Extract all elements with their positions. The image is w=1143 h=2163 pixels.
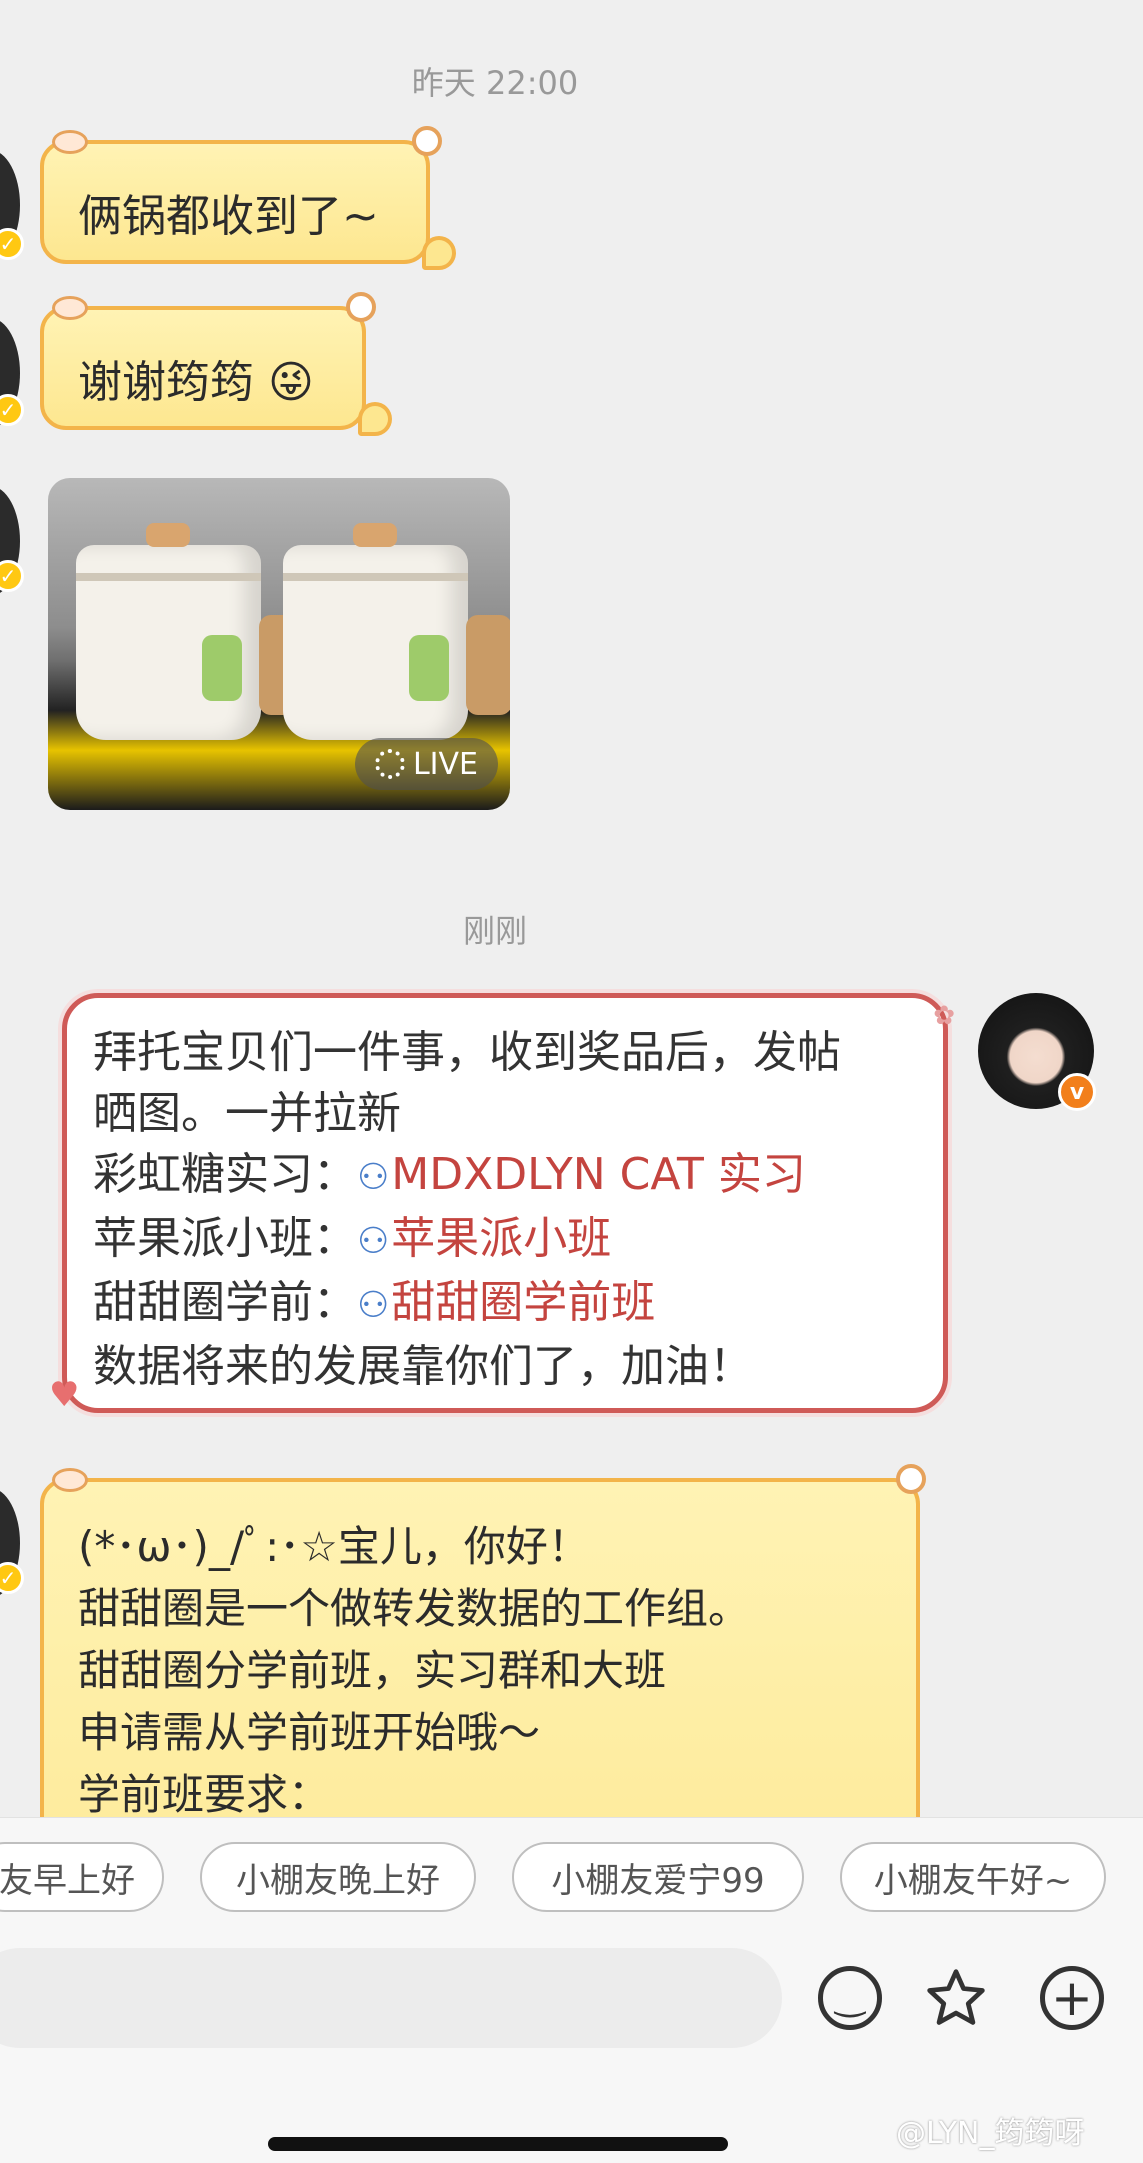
bubble-tail (422, 236, 456, 270)
message-text: 谢谢筠筠 (78, 357, 254, 408)
verified-badge-icon: v (1058, 1073, 1096, 1111)
group-link-donut[interactable]: 甜甜圈学前班 (391, 1277, 655, 1328)
heart-decoration-icon (896, 1464, 926, 1494)
group-chat-icon: ⚇ (357, 1221, 390, 1262)
watermark: @LYN_筠筠呀 (896, 2116, 1085, 2151)
bow-decoration-icon (52, 130, 88, 154)
group-label: 苹果派小班： (93, 1213, 357, 1264)
quick-reply-chip[interactable]: 小棚友午好~ (840, 1842, 1106, 1912)
bow-decoration-icon (52, 1468, 88, 1492)
smiley-icon[interactable]: ‿ (818, 1966, 882, 2030)
message-line: 申请需从学前班开始哦～ (78, 1708, 541, 1757)
group-chat-icon: ⚇ (357, 1285, 390, 1326)
bow-decoration-icon (52, 296, 88, 320)
live-icon (374, 749, 405, 779)
message-line: 拜托宝贝们一件事，收到奖品后，发帖 (93, 1027, 841, 1078)
message-line: 数据将来的发展靠你们了，加油！ (93, 1341, 753, 1392)
star-icon-shape (927, 1969, 985, 2025)
verified-badge-icon: ✓ (0, 228, 24, 260)
verified-badge-icon: ✓ (0, 1562, 24, 1594)
message-line: 甜甜圈是一个做转发数据的工作组。 (78, 1584, 751, 1633)
flower-decoration-icon: ✿ (933, 1001, 955, 1031)
message-bubble[interactable]: 俩锅都收到了~ (40, 126, 456, 270)
cooking-pot-image (76, 523, 305, 740)
message-line: 苹果派小班：⚇苹果派小班 (93, 1208, 943, 1272)
timestamp-just-now: 刚刚 (462, 912, 527, 950)
message-line: (*･ω･)_/ﾟ:･☆宝儿，你好！ (78, 1522, 590, 1571)
star-icon[interactable] (924, 1966, 988, 2030)
message-line: 彩虹糖实习：⚇MDXDLYN CAT 实习 (93, 1144, 943, 1208)
quick-reply-bar: 友早上好 小棚友晚上好 小棚友爱宁99 小棚友午好~ (0, 1842, 1143, 1916)
message-line: 甜甜圈分学前班，实习群和大班 (78, 1646, 667, 1695)
own-avatar[interactable]: v (978, 993, 1096, 1111)
heart-decoration-icon: ♥ (49, 1375, 80, 1415)
live-photo-message[interactable]: LIVE (48, 478, 510, 810)
verified-badge-icon: ✓ (0, 394, 24, 426)
heart-decoration-icon (412, 126, 442, 156)
verified-badge-icon: ✓ (0, 560, 24, 592)
group-link-rainbow[interactable]: MDXDLYN CAT 实习 (391, 1149, 806, 1200)
message-bubble[interactable]: 谢谢筠筠 😜 (40, 292, 392, 436)
plus-icon[interactable]: + (1040, 1966, 1104, 2030)
message-input[interactable] (0, 1948, 782, 2048)
cooking-pot-image (283, 523, 510, 740)
group-label: 彩虹糖实习： (93, 1149, 357, 1200)
timestamp-yesterday: 昨天 22:00 (411, 64, 579, 102)
message-text: 俩锅都收到了~ (78, 191, 379, 242)
home-indicator[interactable] (268, 2137, 728, 2151)
group-link-apple-pie[interactable]: 苹果派小班 (391, 1213, 611, 1264)
quick-reply-chip[interactable]: 友早上好 (0, 1842, 164, 1912)
live-label: LIVE (412, 746, 478, 782)
message-line: 晒图。一并拉新 (93, 1088, 401, 1139)
quick-reply-chip[interactable]: 小棚友晚上好 (200, 1842, 476, 1912)
message-line: 甜甜圈学前：⚇甜甜圈学前班 (93, 1272, 943, 1336)
group-label: 甜甜圈学前： (93, 1277, 357, 1328)
live-photo-badge[interactable]: LIVE (354, 738, 498, 790)
quick-reply-chip[interactable]: 小棚友爱宁99 (512, 1842, 804, 1912)
bubble-tail (358, 402, 392, 436)
group-chat-icon: ⚇ (357, 1157, 390, 1198)
own-message-bubble[interactable]: ✿ ♥ 拜托宝贝们一件事，收到奖品后，发帖 晒图。一并拉新 彩虹糖实习：⚇MDX… (49, 993, 955, 1415)
heart-decoration-icon (346, 292, 376, 322)
wink-emoji-icon: 😜 (268, 357, 314, 408)
